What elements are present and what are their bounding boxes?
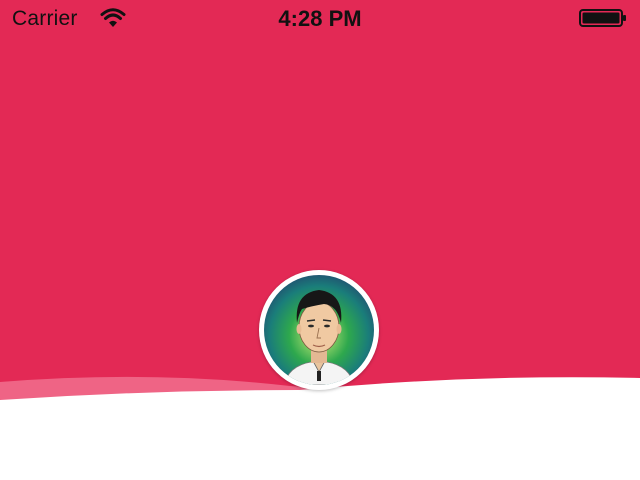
screen: Carrier 4:28 PM	[0, 0, 640, 480]
status-time: 4:28 PM	[278, 6, 362, 31]
status-bar: Carrier 4:28 PM	[0, 0, 640, 38]
battery-full-icon	[579, 9, 626, 27]
profile-avatar[interactable]	[259, 270, 379, 390]
user-avatar	[264, 275, 374, 385]
